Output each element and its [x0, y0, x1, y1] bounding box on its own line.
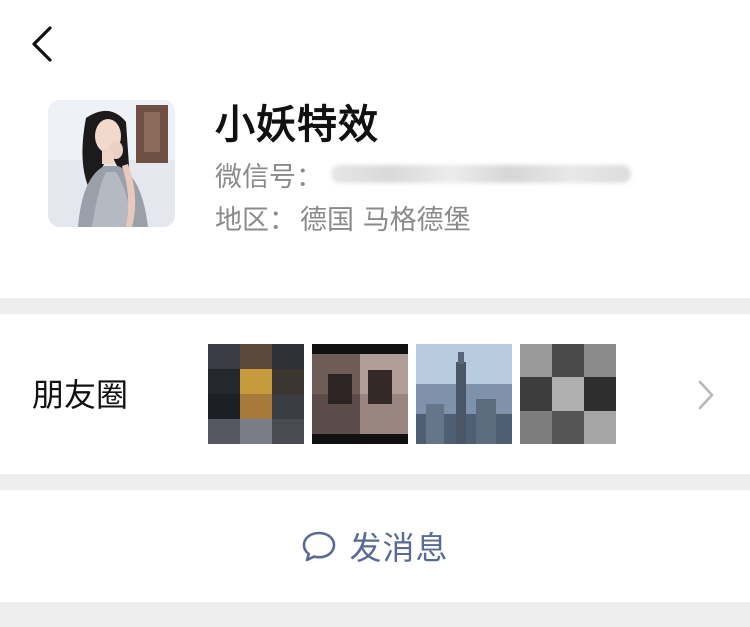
avatar-photo — [48, 100, 175, 227]
avatar[interactable] — [48, 100, 175, 227]
send-message-label: 发消息 — [349, 529, 449, 567]
chevron-right-icon — [698, 380, 714, 410]
send-message-button[interactable]: 发消息 — [0, 490, 750, 602]
bottom-separator — [0, 602, 750, 627]
region-value: 德国 马格德堡 — [300, 204, 471, 236]
wechat-id-blurred-value — [331, 165, 631, 183]
moments-label: 朋友圈 — [32, 376, 129, 414]
nickname: 小妖特效 — [215, 102, 379, 148]
moment-thumb-3 — [416, 344, 512, 444]
moment-thumb-2 — [312, 344, 408, 444]
back-button[interactable] — [22, 22, 66, 66]
chevron-left-icon — [32, 26, 52, 62]
moments-row[interactable]: 朋友圈 — [0, 314, 750, 474]
section-separator — [0, 474, 750, 490]
region-label: 地区： — [215, 204, 296, 236]
chat-bubble-icon — [303, 531, 336, 562]
moment-thumb-4 — [520, 344, 616, 444]
contact-profile-page: 小妖特效 微信号： 地区： 德国 马格德堡 朋友圈 发消息 — [0, 0, 750, 627]
region-row: 地区： 德国 马格德堡 — [215, 198, 471, 236]
send-message-content: 发消息 — [301, 523, 448, 569]
moment-thumb-1 — [208, 344, 304, 444]
wechat-id-row: 微信号： — [215, 156, 631, 193]
section-separator — [0, 298, 750, 314]
wechat-id-label: 微信号： — [215, 161, 323, 193]
